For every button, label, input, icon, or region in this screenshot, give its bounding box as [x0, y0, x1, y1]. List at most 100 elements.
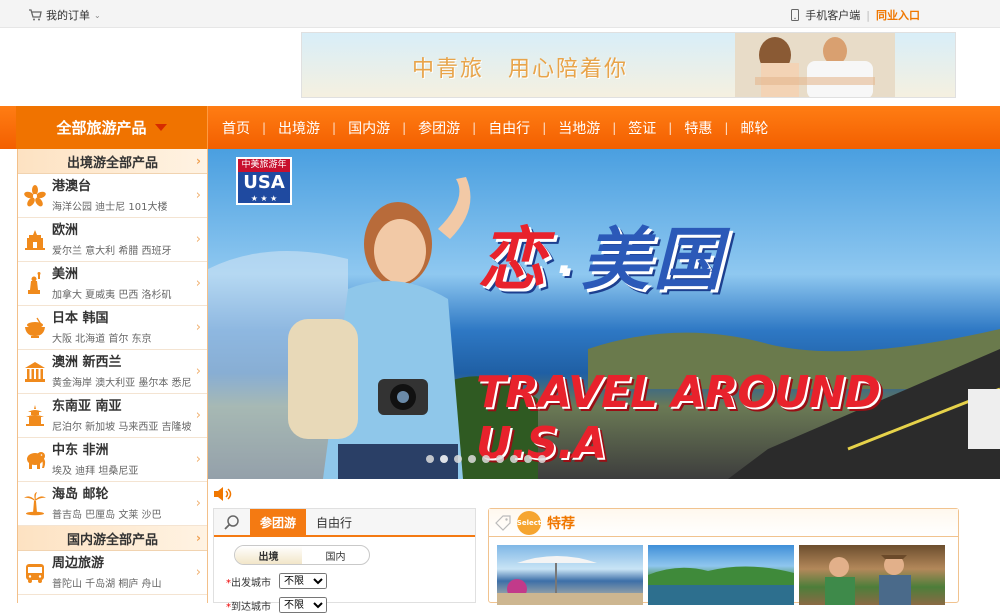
top-utility-bar: 我的订单 ⌄ 手机客户端 | 同业入口	[0, 0, 1000, 28]
nav-item-home[interactable]: 首页	[210, 118, 262, 138]
chevron-right-icon: ›	[195, 232, 201, 247]
nav-divider: |	[332, 120, 337, 135]
sidebar-item-title: 欧洲	[52, 223, 79, 238]
special-header: Select 特荐	[489, 509, 958, 537]
outbound-products-header[interactable]: 出境游全部产品 ›	[18, 149, 207, 174]
nav-item-cruise[interactable]: 邮轮	[728, 118, 780, 138]
sidebar-item-middle-east-africa[interactable]: 中东 非洲 埃及 迪拜 坦桑尼亚 ›	[18, 438, 207, 482]
hero-carousel[interactable]: 中美旅游年 USA ★ ★ ★ 恋 ·美国 TRAVEL AROUND U.S.A	[208, 149, 1000, 479]
my-orders-link[interactable]: 我的订单 ⌄	[28, 7, 101, 23]
special-recommendations-panel: Select 特荐	[488, 508, 959, 605]
chevron-right-icon: ›	[196, 154, 201, 168]
sidebar-item-title: 港澳台	[52, 179, 92, 194]
carousel-dot[interactable]	[510, 455, 518, 463]
arrival-city-label: 到达城市	[231, 601, 271, 613]
traveler-woman-photo	[288, 177, 471, 479]
lake-scene	[648, 566, 794, 605]
carousel-dot[interactable]	[496, 455, 504, 463]
domestic-products-label: 国内游全部产品	[66, 532, 158, 548]
tab-free-travel[interactable]: 自由行	[306, 509, 362, 535]
sidebar-item-title: 海岛 邮轮	[52, 487, 109, 502]
nav-item-deals[interactable]: 特惠	[672, 118, 724, 138]
nav-item-local-tour[interactable]: 当地游	[546, 118, 612, 138]
hero-subtitle: TRAVEL AROUND U.S.A	[476, 367, 881, 469]
nav-menu: 首页 | 出境游 | 国内游 | 参团游 | 自由行 | 当地游 | 签证 | 特惠 | 邮轮	[210, 106, 780, 149]
chevron-right-icon: ›	[196, 531, 201, 545]
temple-icon	[25, 361, 45, 382]
sidebar-item-japan-korea[interactable]: 日本 韩国大阪 北海道 首尔 东京 ›	[18, 306, 207, 350]
chevron-right-icon: ›	[195, 188, 201, 203]
my-orders-label: 我的订单	[46, 9, 90, 22]
nav-divider: |	[402, 120, 407, 135]
header: 中青旅 用心陪着你	[0, 28, 1000, 106]
sidebar-item-title: 日本 韩国	[52, 311, 109, 326]
sidebar-item-sub: 海洋公园 迪士尼 101大楼	[52, 202, 168, 213]
sidebar-item-americas[interactable]: 美洲 加拿大 夏威夷 巴西 洛杉矶 ›	[18, 262, 207, 306]
departure-city-label: 出发城市	[231, 577, 271, 589]
carousel-dot[interactable]	[468, 455, 476, 463]
hero-title-love: 恋	[478, 221, 551, 300]
special-title: 特荐	[547, 515, 575, 532]
ad-banner[interactable]: 中青旅 用心陪着你	[301, 32, 956, 98]
caret-down-icon	[154, 124, 167, 131]
nav-item-domestic[interactable]: 国内游	[336, 118, 402, 138]
ad-slogan: 中青旅 用心陪着你	[412, 51, 652, 83]
nav-item-group-tour[interactable]: 参团游	[406, 118, 472, 138]
sidebar-item-sub: 大阪 北海道 首尔 东京	[52, 334, 152, 345]
carousel-dot[interactable]	[426, 455, 434, 463]
toggle-domestic[interactable]: 国内	[302, 546, 369, 564]
palace-icon	[25, 229, 45, 250]
sidebar-item-sub: 普吉岛 巴厘岛 文莱 沙巴	[52, 510, 162, 521]
special-thumbnail-lakeside-cafe[interactable]	[497, 545, 643, 605]
search-tabs: 参团游 自由行	[214, 509, 475, 537]
tab-group-tour[interactable]: 参团游	[250, 509, 307, 535]
nav-divider: |	[724, 120, 729, 135]
category-sidebar: 出境游全部产品 › 港澳台海洋公园 迪士尼 101大楼 › 欧洲爱尔兰 意大利 …	[17, 149, 208, 603]
nav-divider: |	[262, 120, 267, 135]
nav-item-visa[interactable]: 签证	[616, 118, 668, 138]
mobile-client-link[interactable]: 手机客户端	[805, 7, 860, 23]
hero-title: 恋 ·美国	[478, 204, 725, 303]
all-products-button[interactable]: 全部旅游产品	[16, 106, 208, 149]
nav-divider: |	[542, 120, 547, 135]
special-thumbnail-travelers[interactable]	[799, 545, 945, 605]
sidebar-item-europe[interactable]: 欧洲爱尔兰 意大利 希腊 西班牙 ›	[18, 218, 207, 262]
carousel-dot[interactable]	[440, 455, 448, 463]
sidebar-item-southeast-asia[interactable]: 东南亚 南亚 尼泊尔 新加坡 马来西亚 吉隆坡 ›	[18, 394, 207, 438]
departure-city-row: *出发城市 不限	[226, 573, 475, 589]
tour-search-panel: 参团游 自由行 出境 国内 *出发城市 不限 *到达城市 不限	[213, 508, 476, 613]
carousel-dot[interactable]	[524, 455, 532, 463]
couple-photo	[735, 33, 895, 97]
carousel-dot[interactable]	[482, 455, 490, 463]
toggle-outbound[interactable]: 出境	[235, 546, 302, 564]
departure-city-select[interactable]: 不限	[279, 573, 327, 589]
sidebar-item-sub: 加拿大 夏威夷 巴西 洛杉矶	[52, 290, 172, 301]
chevron-right-icon: ›	[195, 565, 201, 580]
bauhinia-icon	[24, 184, 46, 206]
cart-icon	[29, 9, 42, 21]
all-products-label: 全部旅游产品	[56, 119, 147, 137]
hero-title-usa: 美国	[581, 221, 726, 300]
main-nav: 全部旅游产品 首页 | 出境游 | 国内游 | 参团游 | 自由行 | 当地游 | 签证 | …	[0, 106, 1000, 149]
carousel-dot[interactable]	[454, 455, 462, 463]
sidebar-item-sub: 爱尔兰 意大利 希腊 西班牙	[52, 246, 172, 257]
sidebar-item-australia-nz[interactable]: 澳洲 新西兰 黄金海岸 澳大利亚 墨尔本 悉尼 ›	[18, 350, 207, 394]
carousel-dot[interactable]	[538, 455, 546, 463]
special-thumbnail-lake-hills[interactable]	[648, 545, 794, 605]
special-thumbnails	[497, 545, 945, 605]
chevron-right-icon: ›	[195, 320, 201, 335]
nav-item-outbound[interactable]: 出境游	[266, 118, 332, 138]
arrival-city-select[interactable]: 不限	[279, 597, 327, 613]
sidebar-item-islands-cruise[interactable]: 海岛 邮轮 普吉岛 巴厘岛 文莱 沙巴 ›	[18, 482, 207, 526]
peer-entry-link[interactable]: 同业入口	[876, 7, 920, 23]
nav-item-free-travel[interactable]: 自由行	[476, 118, 542, 138]
ad-brand: 中青旅	[412, 57, 485, 82]
travelers-scene	[825, 555, 911, 605]
sidebar-item-hk-macau-taiwan[interactable]: 港澳台海洋公园 迪士尼 101大楼 ›	[18, 174, 207, 218]
domestic-products-header[interactable]: 国内游全部产品 ›	[18, 526, 207, 551]
speaker-icon[interactable]	[213, 486, 235, 502]
nav-divider: |	[668, 120, 673, 135]
sidebar-item-sub: 普陀山 千岛湖 桐庐 舟山	[52, 579, 162, 590]
chevron-right-icon: ›	[195, 276, 201, 291]
sidebar-item-nearby-tours[interactable]: 周边旅游 普陀山 千岛湖 桐庐 舟山 ›	[18, 551, 207, 595]
